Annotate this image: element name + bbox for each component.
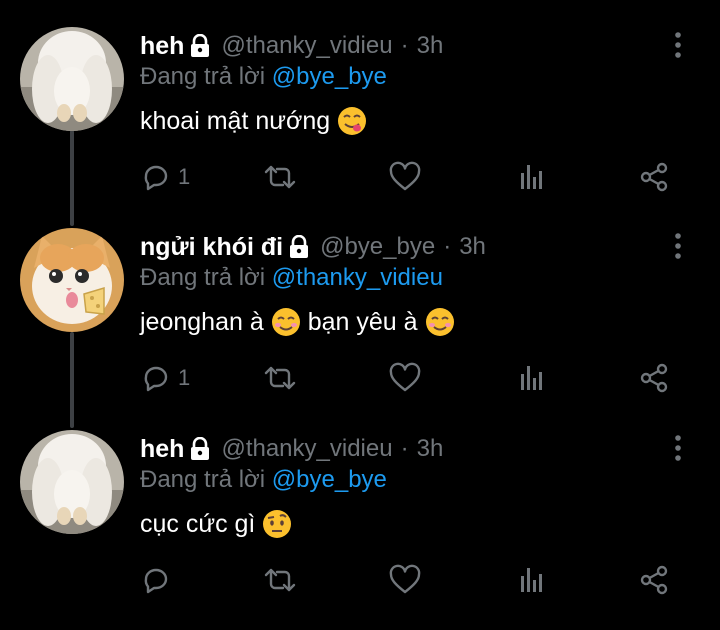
reply-context: Đang trả lời @bye_bye bbox=[140, 63, 387, 91]
share-button[interactable] bbox=[638, 358, 670, 398]
like-icon bbox=[389, 161, 421, 191]
lock-icon bbox=[189, 33, 211, 58]
face-savoring-food-icon bbox=[336, 105, 368, 137]
white-bunny-avatar-icon bbox=[20, 430, 124, 534]
smiling-face-icon bbox=[424, 306, 456, 338]
views-button[interactable] bbox=[518, 358, 546, 398]
reply-icon bbox=[144, 568, 168, 594]
tweet-text: cục cức gì bbox=[140, 508, 299, 540]
separator-dot: · bbox=[443, 233, 452, 260]
reply-prefix: Đang trả lời bbox=[140, 63, 266, 90]
timestamp[interactable]: 3h bbox=[417, 435, 444, 463]
tweet[interactable]: heh @thanky_vidieu · 3h Đang trả lời @by… bbox=[0, 430, 720, 630]
lock-icon bbox=[288, 234, 310, 259]
reply-prefix: Đang trả lời bbox=[140, 264, 266, 291]
tweet[interactable]: ngửi khói đi @bye_bye · 3h Đang trả lời … bbox=[0, 228, 720, 428]
face-with-raised-eyebrow-icon bbox=[261, 508, 293, 540]
more-icon[interactable] bbox=[668, 230, 688, 262]
retweet-icon bbox=[264, 366, 296, 390]
reply-count: 1 bbox=[178, 365, 191, 390]
avatar[interactable] bbox=[20, 430, 124, 534]
action-bar: 1 bbox=[140, 157, 680, 197]
views-icon bbox=[521, 366, 542, 390]
tweet-text-segment: cục cức gì bbox=[140, 509, 256, 538]
avatar[interactable] bbox=[20, 27, 124, 131]
reply-button[interactable] bbox=[140, 560, 172, 600]
white-bunny-avatar-icon bbox=[20, 27, 124, 131]
like-button[interactable] bbox=[388, 358, 422, 398]
views-icon bbox=[521, 568, 542, 592]
separator-dot: · bbox=[400, 435, 409, 462]
display-name[interactable]: ngửi khói đi bbox=[140, 233, 283, 262]
retweet-button[interactable] bbox=[262, 358, 298, 398]
reply-context: Đang trả lời @bye_bye bbox=[140, 466, 387, 494]
lock-icon bbox=[189, 436, 211, 461]
tweet-text-segment: jeonghan à bbox=[140, 307, 264, 336]
separator-dot: · bbox=[400, 32, 409, 59]
like-button[interactable] bbox=[388, 157, 422, 197]
views-icon bbox=[521, 165, 542, 189]
reply-mention[interactable]: @bye_bye bbox=[272, 63, 387, 90]
tweet-text-segment: khoai mật nướng bbox=[140, 106, 331, 135]
more-icon[interactable] bbox=[668, 432, 688, 464]
like-icon bbox=[389, 564, 421, 594]
reply-icon bbox=[144, 366, 168, 392]
kitten-eating-cheese-avatar-icon bbox=[20, 228, 124, 332]
user-handle[interactable]: @thanky_vidieu bbox=[221, 32, 392, 60]
timestamp[interactable]: 3h bbox=[417, 32, 444, 60]
like-button[interactable] bbox=[388, 560, 422, 600]
smiling-face-icon bbox=[270, 306, 302, 338]
reply-prefix: Đang trả lời bbox=[140, 466, 266, 493]
avatar[interactable] bbox=[20, 228, 124, 332]
retweet-button[interactable] bbox=[262, 560, 298, 600]
tweet-text: jeonghan à bạn yêu à bbox=[140, 306, 462, 338]
retweet-icon bbox=[264, 568, 296, 592]
reply-button[interactable]: 1 bbox=[140, 358, 190, 398]
retweet-icon bbox=[264, 165, 296, 189]
like-icon bbox=[389, 362, 421, 392]
tweet-text: khoai mật nướng bbox=[140, 105, 374, 137]
share-icon bbox=[640, 162, 668, 192]
display-name[interactable]: heh bbox=[140, 435, 184, 464]
share-button[interactable] bbox=[638, 157, 670, 197]
timestamp[interactable]: 3h bbox=[459, 233, 486, 261]
tweet-text-segment: bạn yêu à bbox=[307, 307, 418, 336]
reply-mention[interactable]: @thanky_vidieu bbox=[272, 264, 443, 291]
reply-button[interactable]: 1 bbox=[140, 157, 190, 197]
share-icon bbox=[640, 363, 668, 393]
views-button[interactable] bbox=[518, 157, 546, 197]
views-button[interactable] bbox=[518, 560, 546, 600]
display-name[interactable]: heh bbox=[140, 32, 184, 61]
reply-mention[interactable]: @bye_bye bbox=[272, 466, 387, 493]
user-handle[interactable]: @thanky_vidieu bbox=[221, 435, 392, 463]
reply-icon bbox=[144, 165, 168, 191]
reply-context: Đang trả lời @thanky_vidieu bbox=[140, 264, 443, 292]
action-bar bbox=[140, 560, 680, 600]
user-handle[interactable]: @bye_bye bbox=[320, 233, 435, 261]
action-bar: 1 bbox=[140, 358, 680, 398]
tweet[interactable]: heh @thanky_vidieu · 3h Đang trả lời @by… bbox=[0, 27, 720, 227]
more-icon[interactable] bbox=[668, 29, 688, 61]
retweet-button[interactable] bbox=[262, 157, 298, 197]
reply-count: 1 bbox=[178, 164, 191, 189]
share-button[interactable] bbox=[638, 560, 670, 600]
share-icon bbox=[640, 565, 668, 595]
